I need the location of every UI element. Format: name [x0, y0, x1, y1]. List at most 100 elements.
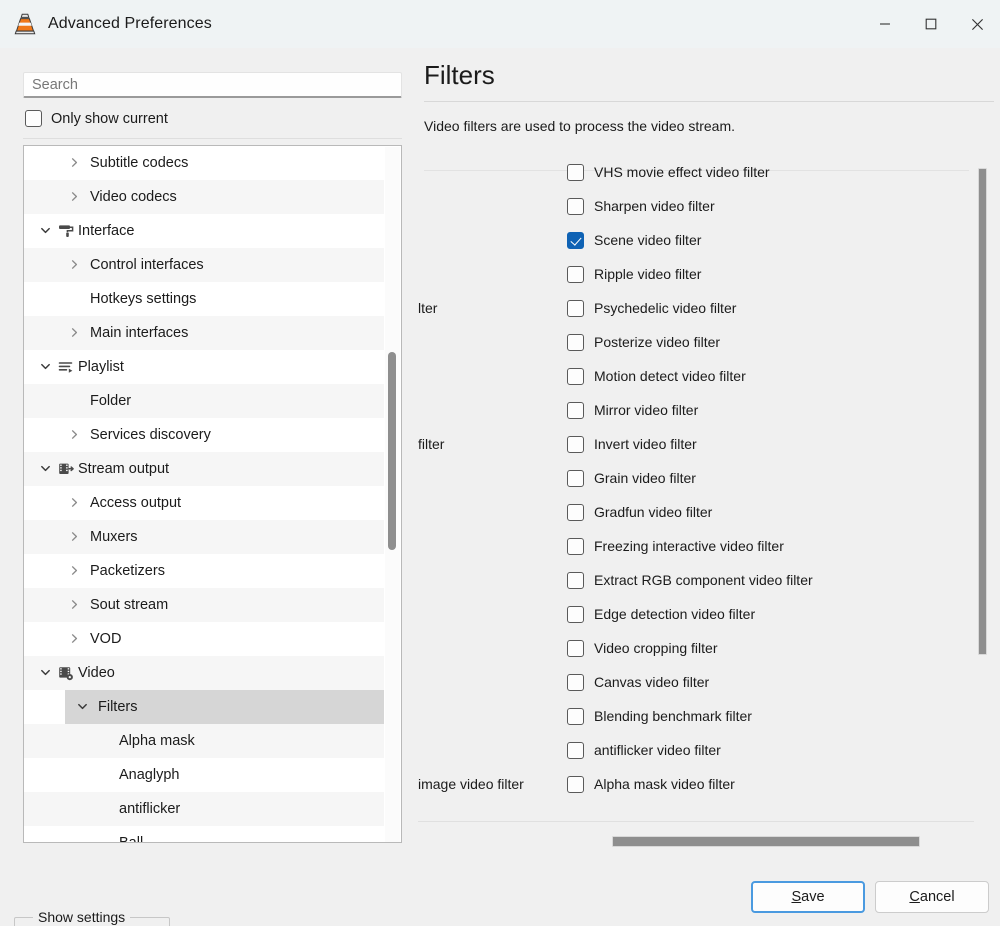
filter-checkbox[interactable]: [567, 538, 584, 555]
tree-item-content: Filters: [65, 690, 384, 724]
maximize-button[interactable]: [908, 0, 954, 48]
tree-item-access-output[interactable]: Access output: [24, 486, 384, 520]
chevron-right-icon[interactable]: [65, 565, 83, 578]
filter-checkbox-row[interactable]: Invert video filter: [567, 436, 697, 453]
filter-checkbox-row[interactable]: VHS movie effect video filter: [567, 164, 770, 181]
chevron-right-icon[interactable]: [65, 429, 83, 442]
filter-checkbox[interactable]: [567, 198, 584, 215]
tree-item-stream-output[interactable]: Stream output: [24, 452, 384, 486]
tree-item-vod[interactable]: VOD: [24, 622, 384, 656]
filters-hscrollbar-thumb[interactable]: [612, 836, 920, 847]
tree-item-subtitle-codecs[interactable]: Subtitle codecs: [24, 146, 384, 180]
tree-scrollbar-thumb[interactable]: [388, 352, 396, 550]
filter-checkbox[interactable]: [567, 368, 584, 385]
chevron-right-icon[interactable]: [65, 599, 83, 612]
chevron-right-icon[interactable]: [65, 259, 83, 272]
filter-checkbox[interactable]: [567, 504, 584, 521]
tree-item-muxers[interactable]: Muxers: [24, 520, 384, 554]
tree-item-filters[interactable]: Filters: [24, 690, 384, 724]
filter-checkbox-row[interactable]: Canvas video filter: [567, 674, 709, 691]
save-button[interactable]: Save: [751, 881, 865, 913]
filter-checkbox[interactable]: [567, 572, 584, 589]
filters-horizontal-scrollbar[interactable]: [418, 832, 974, 852]
filter-checkbox[interactable]: [567, 606, 584, 623]
tree-item-services-discovery[interactable]: Services discovery: [24, 418, 384, 452]
chevron-right-icon[interactable]: [65, 191, 83, 204]
filter-checkbox-row[interactable]: Ripple video filter: [567, 266, 701, 283]
minimize-button[interactable]: [862, 0, 908, 48]
filter-row: antiflicker video filter: [418, 733, 974, 767]
tree-item-ball[interactable]: Ball: [24, 826, 384, 842]
filter-checkbox-row[interactable]: Posterize video filter: [567, 334, 720, 351]
chevron-down-icon[interactable]: [36, 667, 54, 680]
filter-checkbox-row[interactable]: Motion detect video filter: [567, 368, 746, 385]
filter-checkbox-row[interactable]: Alpha mask video filter: [567, 776, 735, 793]
tree-item-control-interfaces[interactable]: Control interfaces: [24, 248, 384, 282]
chevron-right-icon[interactable]: [65, 497, 83, 510]
tree-item-hotkeys-settings[interactable]: Hotkeys settings: [24, 282, 384, 316]
filter-label: Psychedelic video filter: [594, 300, 736, 316]
tree-item-interface[interactable]: Interface: [24, 214, 384, 248]
filters-scroll-area[interactable]: VHS movie effect video filter Sharpen vid…: [418, 148, 1000, 868]
filter-checkbox-row[interactable]: Video cropping filter: [567, 640, 717, 657]
tree-item-folder[interactable]: Folder: [24, 384, 384, 418]
tree-item-video[interactable]: Video: [24, 656, 384, 690]
filter-label: VHS movie effect video filter: [594, 164, 770, 180]
filter-checkbox[interactable]: [567, 742, 584, 759]
filter-checkbox[interactable]: [567, 470, 584, 487]
filters-scrollbar-thumb[interactable]: [978, 168, 987, 655]
filter-checkbox-row[interactable]: Gradfun video filter: [567, 504, 712, 521]
filter-checkbox-row[interactable]: Blending benchmark filter: [567, 708, 752, 725]
filter-checkbox-row[interactable]: Psychedelic video filter: [567, 300, 736, 317]
filter-checkbox-row[interactable]: antiflicker video filter: [567, 742, 721, 759]
filter-checkbox-row[interactable]: Mirror video filter: [567, 402, 698, 419]
filter-checkbox[interactable]: [567, 674, 584, 691]
filter-checkbox[interactable]: [567, 402, 584, 419]
tree-item-playlist[interactable]: Playlist: [24, 350, 384, 384]
filter-checkbox-row[interactable]: Edge detection video filter: [567, 606, 755, 623]
tree-item-anaglyph[interactable]: Anaglyph: [24, 758, 384, 792]
tree-item-main-interfaces[interactable]: Main interfaces: [24, 316, 384, 350]
filter-checkbox[interactable]: [567, 266, 584, 283]
filters-vertical-scrollbar[interactable]: [974, 153, 990, 866]
chevron-down-icon[interactable]: [36, 361, 54, 374]
settings-tree[interactable]: Subtitle codecs Video codecs InterfaceCont…: [23, 145, 402, 843]
filter-checkbox[interactable]: [567, 436, 584, 453]
tree-item-video-codecs[interactable]: Video codecs: [24, 180, 384, 214]
filter-checkbox-row[interactable]: Grain video filter: [567, 470, 696, 487]
chevron-right-icon[interactable]: [65, 157, 83, 170]
filter-checkbox-row[interactable]: Scene video filter: [567, 232, 701, 249]
chevron-down-icon[interactable]: [36, 225, 54, 238]
tree-item-content: Ball: [94, 835, 143, 842]
only-show-current-checkbox[interactable]: [25, 110, 42, 127]
filter-checkbox[interactable]: [567, 232, 584, 249]
tree-item-sout-stream[interactable]: Sout stream: [24, 588, 384, 622]
tree-item-packetizers[interactable]: Packetizers: [24, 554, 384, 588]
tree-item-alpha-mask[interactable]: Alpha mask: [24, 724, 384, 758]
tree-item-antiflicker[interactable]: antiflicker: [24, 792, 384, 826]
chevron-right-icon[interactable]: [65, 327, 83, 340]
filter-checkbox[interactable]: [567, 708, 584, 725]
filter-checkbox[interactable]: [567, 300, 584, 317]
filter-checkbox-row[interactable]: Sharpen video filter: [567, 198, 715, 215]
chevron-right-icon[interactable]: [65, 531, 83, 544]
filter-checkbox-row[interactable]: Freezing interactive video filter: [567, 538, 784, 555]
chevron-down-icon[interactable]: [73, 701, 91, 714]
page-description: Video filters are used to process the vi…: [424, 118, 735, 134]
chevron-right-icon[interactable]: [65, 633, 83, 646]
search-input[interactable]: [24, 73, 401, 96]
filter-label: Sharpen video filter: [594, 198, 715, 214]
close-button[interactable]: [954, 0, 1000, 48]
filter-checkbox[interactable]: [567, 164, 584, 181]
only-show-current-row[interactable]: Only show current: [25, 110, 168, 127]
chevron-down-icon[interactable]: [36, 463, 54, 476]
cancel-button[interactable]: Cancel: [875, 881, 989, 913]
tree-item-content: Video codecs: [65, 189, 177, 205]
tree-vertical-scrollbar[interactable]: [385, 147, 400, 843]
filter-checkbox-row[interactable]: Extract RGB component video filter: [567, 572, 813, 589]
filter-checkbox[interactable]: [567, 334, 584, 351]
search-box[interactable]: [23, 72, 402, 98]
filter-checkbox[interactable]: [567, 776, 584, 793]
filter-checkbox[interactable]: [567, 640, 584, 657]
filter-row: VHS movie effect video filter: [418, 155, 974, 189]
